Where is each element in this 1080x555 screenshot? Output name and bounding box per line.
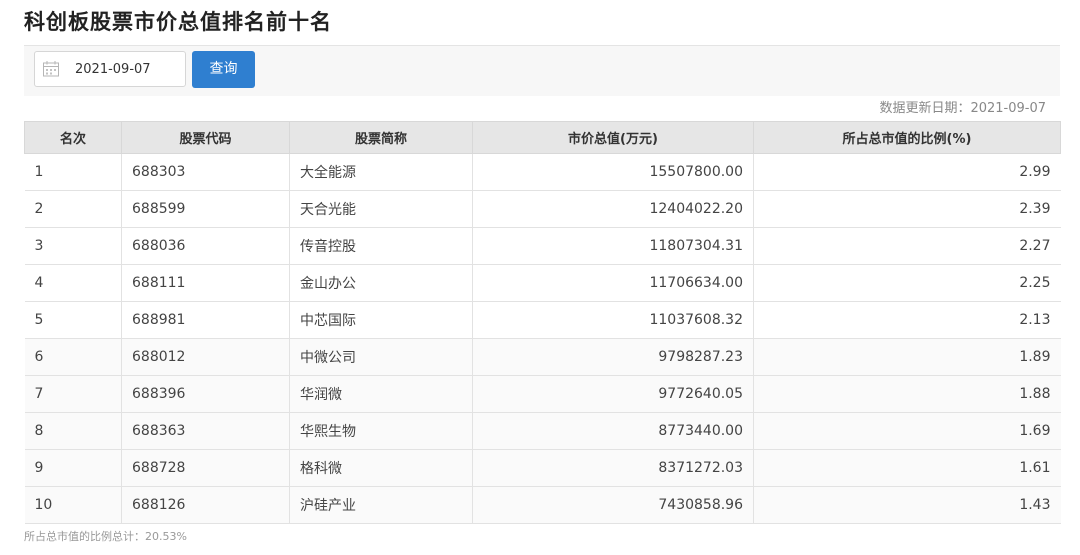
rank-cell: 5 <box>24 301 122 339</box>
stock-code-link[interactable]: 688036 <box>121 227 290 265</box>
stock-name-cell: 格科微 <box>289 449 473 487</box>
rank-cell: 6 <box>24 338 122 376</box>
page-title: 科创板股票市价总值排名前十名 <box>24 10 332 34</box>
market-value-cell: 11807304.31 <box>472 227 754 265</box>
stock-code-link[interactable]: 688396 <box>121 375 290 413</box>
market-value-cell: 8371272.03 <box>472 449 754 487</box>
rank-cell: 9 <box>24 449 122 487</box>
date-value: 2021-09-07 <box>75 62 151 77</box>
table-row: 8 688363 华熙生物 8773440.00 1.69 <box>24 412 1061 450</box>
stock-code-link[interactable]: 688111 <box>121 264 290 302</box>
ratio-cell: 2.27 <box>753 227 1061 265</box>
table-row: 10 688126 沪硅产业 7430858.96 1.43 <box>24 486 1061 524</box>
rank-cell: 1 <box>24 153 122 191</box>
stock-code-link[interactable]: 688012 <box>121 338 290 376</box>
stock-code-link[interactable]: 688303 <box>121 153 290 191</box>
table-row: 6 688012 中微公司 9798287.23 1.89 <box>24 338 1061 376</box>
header-market-value: 市价总值(万元) <box>472 121 754 154</box>
stock-code-link[interactable]: 688126 <box>121 486 290 524</box>
rank-cell: 7 <box>24 375 122 413</box>
rank-cell: 10 <box>24 486 122 524</box>
stock-name-cell: 华熙生物 <box>289 412 473 450</box>
stock-code-link[interactable]: 688728 <box>121 449 290 487</box>
ratio-cell: 2.13 <box>753 301 1061 339</box>
query-toolbar: 2021-09-07 查询 <box>24 45 1060 96</box>
stock-code-link[interactable]: 688363 <box>121 412 290 450</box>
rank-cell: 4 <box>24 264 122 302</box>
ratio-cell: 1.61 <box>753 449 1061 487</box>
rank-cell: 2 <box>24 190 122 228</box>
header-code: 股票代码 <box>121 121 290 154</box>
rank-cell: 3 <box>24 227 122 265</box>
stock-name-cell: 大全能源 <box>289 153 473 191</box>
market-value-cell: 15507800.00 <box>472 153 754 191</box>
update-date-label: 数据更新日期：2021-09-07 <box>879 101 1046 116</box>
header-name: 股票简称 <box>289 121 473 154</box>
market-value-cell: 11706634.00 <box>472 264 754 302</box>
stock-name-cell: 中微公司 <box>289 338 473 376</box>
table-header-row: 名次 股票代码 股票简称 市价总值(万元) 所占总市值的比例(%) <box>24 121 1061 154</box>
header-ratio: 所占总市值的比例(%) <box>753 121 1061 154</box>
ratio-cell: 1.89 <box>753 338 1061 376</box>
market-value-cell: 9772640.05 <box>472 375 754 413</box>
market-value-cell: 12404022.20 <box>472 190 754 228</box>
stock-name-cell: 华润微 <box>289 375 473 413</box>
market-value-cell: 7430858.96 <box>472 486 754 524</box>
ratio-cell: 1.69 <box>753 412 1061 450</box>
ratio-cell: 1.88 <box>753 375 1061 413</box>
table-row: 2 688599 天合光能 12404022.20 2.39 <box>24 190 1061 228</box>
calendar-icon <box>42 60 60 78</box>
stock-name-cell: 天合光能 <box>289 190 473 228</box>
table-row: 1 688303 大全能源 15507800.00 2.99 <box>24 153 1061 191</box>
market-value-cell: 9798287.23 <box>472 338 754 376</box>
stock-name-cell: 中芯国际 <box>289 301 473 339</box>
stock-name-cell: 传音控股 <box>289 227 473 265</box>
table-row: 4 688111 金山办公 11706634.00 2.25 <box>24 264 1061 302</box>
ranking-table: 名次 股票代码 股票简称 市价总值(万元) 所占总市值的比例(%) 1 68830… <box>24 121 1061 524</box>
market-value-cell: 11037608.32 <box>472 301 754 339</box>
table-row: 7 688396 华润微 9772640.05 1.88 <box>24 375 1061 413</box>
table-row: 5 688981 中芯国际 11037608.32 2.13 <box>24 301 1061 339</box>
table-row: 3 688036 传音控股 11807304.31 2.27 <box>24 227 1061 265</box>
header-rank: 名次 <box>24 121 122 154</box>
date-picker-input[interactable]: 2021-09-07 <box>34 51 186 87</box>
stock-code-link[interactable]: 688599 <box>121 190 290 228</box>
stock-name-cell: 沪硅产业 <box>289 486 473 524</box>
rank-cell: 8 <box>24 412 122 450</box>
ratio-cell: 2.99 <box>753 153 1061 191</box>
ratio-cell: 2.25 <box>753 264 1061 302</box>
total-ratio-note: 所占总市值的比例总计：20.53% <box>24 530 187 543</box>
market-value-cell: 8773440.00 <box>472 412 754 450</box>
ratio-cell: 1.43 <box>753 486 1061 524</box>
stock-name-cell: 金山办公 <box>289 264 473 302</box>
query-button[interactable]: 查询 <box>192 51 255 88</box>
ratio-cell: 2.39 <box>753 190 1061 228</box>
stock-code-link[interactable]: 688981 <box>121 301 290 339</box>
table-row: 9 688728 格科微 8371272.03 1.61 <box>24 449 1061 487</box>
